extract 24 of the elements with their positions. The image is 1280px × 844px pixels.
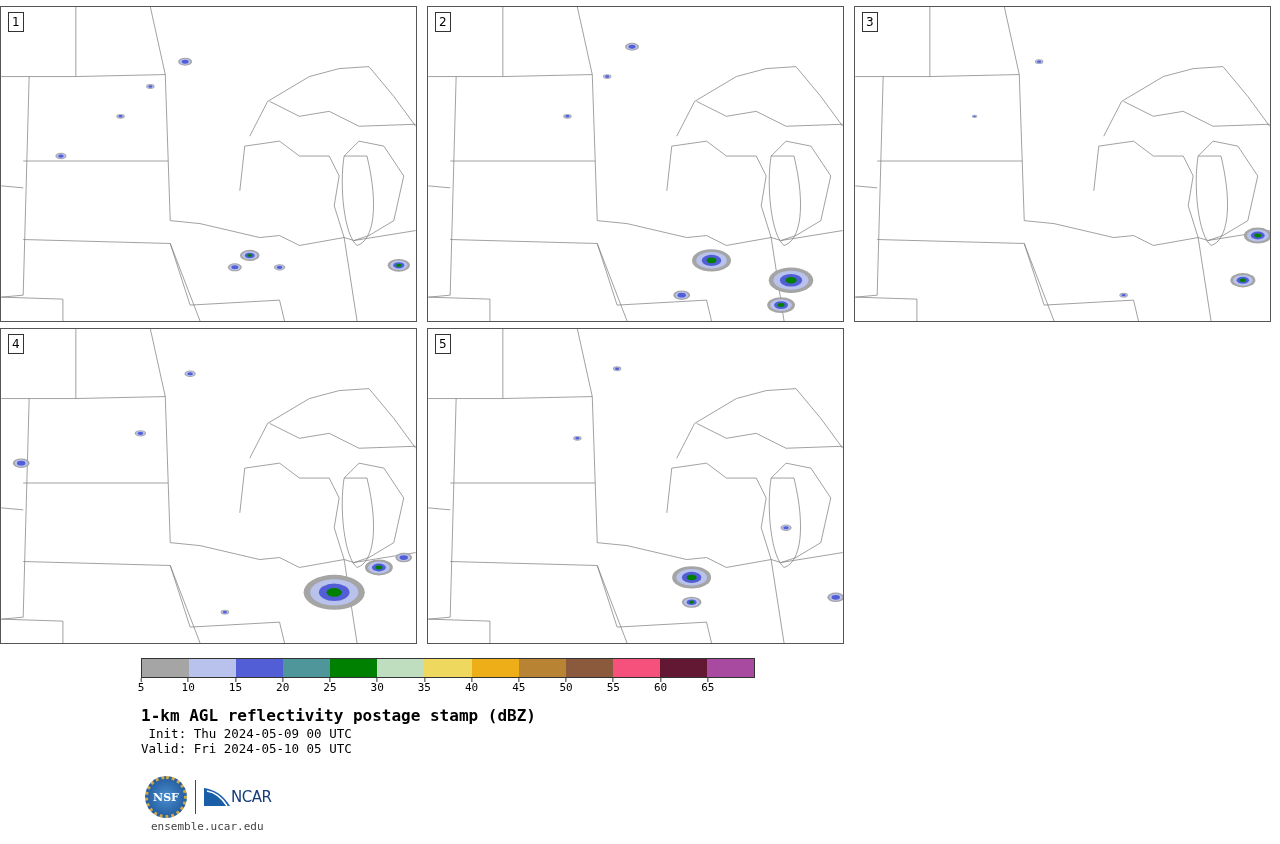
scale-tick-label: 45: [512, 678, 526, 694]
scale-tick-label: 65: [701, 678, 715, 694]
panel-number: 3: [862, 12, 878, 32]
panel-number: 1: [8, 12, 24, 32]
scale-tick-label: 30: [370, 678, 384, 694]
init-time: Init: Thu 2024-05-09 00 UTC: [147, 726, 353, 741]
scale-tick-label: 55: [606, 678, 620, 694]
nsf-logo: NSF: [145, 776, 187, 818]
scale-tick-label: 10: [181, 678, 195, 694]
scale-tick-label: 35: [417, 678, 431, 694]
scale-tick-label: 25: [323, 678, 337, 694]
scale-tick-label: 50: [559, 678, 573, 694]
panel-number: 4: [8, 334, 24, 354]
valid-time: Valid: Fri 2024-05-10 05 UTC: [141, 741, 353, 756]
scale-tick-label: 15: [228, 678, 243, 694]
chart-title: 1-km AGL reflectivity postage stamp (dBZ): [141, 706, 537, 726]
scale-tick-label: 40: [465, 678, 479, 694]
website-url: ensemble.ucar.edu: [151, 820, 265, 833]
panel-number: 5: [435, 334, 451, 354]
scale-tick-label: 20: [276, 678, 290, 694]
panel-number: 2: [435, 12, 451, 32]
scale-tick-label: 5: [137, 678, 145, 694]
scale-tick-label: 60: [653, 678, 668, 694]
ncar-logo: NCAR: [204, 788, 272, 806]
